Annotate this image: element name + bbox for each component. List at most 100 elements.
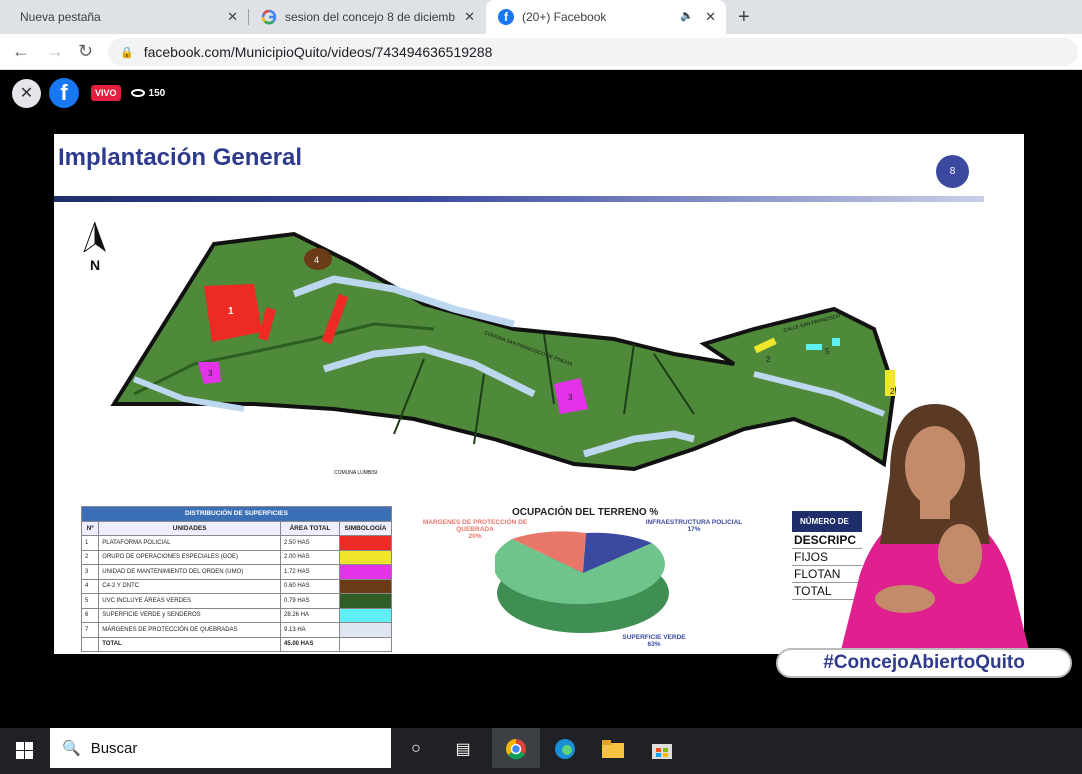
row-unit: SUPERFICIE VERDE y SENDEROS (98, 607, 281, 623)
address-bar: ← → ↻ 🔒 facebook.com/MunicipioQuito/vide… (0, 34, 1082, 70)
search-icon: 🔍 (62, 740, 81, 757)
tab-google-search[interactable]: sesion del concejo 8 de diciembre ✕ (249, 0, 485, 34)
table-row: 1 PLATAFORMA POLICIAL 2.50 HAS (80, 535, 392, 551)
row-unit: GRUPO DE OPERACIONES ESPECIALES (GOE) (98, 549, 281, 565)
site-plan-map: 1 4 3 3 2 5 2 COMUNA SAN FRANCISCO DE PI… (110, 231, 897, 476)
tab-facebook[interactable]: f (20+) Facebook 🔈 ✕ (486, 0, 726, 34)
col-header-area: ÁREA TOTAL (280, 520, 340, 536)
row-number: 4 (80, 578, 100, 594)
title-rule (54, 196, 984, 202)
svg-text:5: 5 (825, 347, 830, 356)
chrome-icon[interactable] (503, 736, 529, 762)
col-header-symbology: SIMBOLOGÍA (339, 520, 392, 536)
edge-icon[interactable] (552, 736, 578, 762)
row-area: 0.79 HAS (280, 593, 340, 609)
reload-icon[interactable]: ↻ (78, 41, 93, 62)
viewer-count-value: 150 (148, 87, 166, 99)
table-total-row: TOTAL 45.00 HAS (80, 636, 392, 652)
row-number: 7 (80, 622, 100, 638)
task-view-icon[interactable]: ▤ (450, 736, 476, 762)
symbology-swatch (339, 535, 392, 551)
close-video-button[interactable]: ✕ (12, 78, 41, 108)
facebook-tab-icon: f (498, 9, 514, 25)
video-player[interactable]: ✕ f VIVO 150 Implantación General 8 N 1 … (0, 71, 1082, 728)
row-area: 2.50 HAS (280, 535, 340, 551)
svg-text:3: 3 (568, 393, 573, 402)
symbology-swatch (339, 607, 392, 623)
tab-close-icon[interactable]: ✕ (705, 9, 716, 25)
tab-close-icon[interactable]: ✕ (227, 9, 238, 25)
total-label: TOTAL (98, 636, 281, 652)
speaker-icon[interactable]: 🔈 (680, 9, 694, 22)
table-row: 2 GRUPO DE OPERACIONES ESPECIALES (GOE) … (80, 549, 392, 565)
tab-new-tab[interactable]: Nueva pestaña ✕ (8, 0, 248, 34)
row-number: 5 (80, 593, 100, 609)
col-header-units: UNIDADES (98, 520, 281, 536)
lock-icon: 🔒 (120, 46, 134, 59)
row-unit: C4-2 Y DNTC (98, 578, 281, 594)
pie-label-green: SUPERFICIE VERDE 63% (594, 634, 714, 648)
row-number: 2 (80, 549, 100, 565)
forward-arrow-icon[interactable]: → (46, 41, 64, 62)
sign-language-interpreter (840, 404, 1030, 654)
table-caption: DISTRIBUCIÓN DE SUPERFICIES (81, 506, 392, 522)
row-number: 1 (80, 535, 100, 551)
table-row: 4 C4-2 Y DNTC 0.60 HAS (80, 578, 392, 594)
row-unit: UVC INCLUYE ÁREAS VERDES (98, 593, 281, 609)
video-top-bar: ✕ f VIVO 150 (12, 78, 165, 108)
tab-close-icon[interactable]: ✕ (464, 9, 475, 25)
search-placeholder: Buscar (90, 739, 138, 757)
windows-taskbar: 🔍 Buscar ○ ▤ (0, 728, 1082, 774)
row-area: 0.60 HAS (280, 578, 340, 594)
svg-text:2: 2 (890, 387, 895, 396)
symbology-swatch (339, 564, 392, 580)
row-unit: PLATAFORMA POLICIAL (98, 535, 281, 551)
url-field[interactable]: 🔒 facebook.com/MunicipioQuito/videos/743… (108, 38, 1078, 66)
symbology-swatch (339, 549, 392, 565)
file-explorer-icon[interactable] (600, 736, 626, 762)
table-row: 6 SUPERFICIE VERDE y SENDEROS 28.26 HA (80, 607, 392, 623)
surface-distribution-table: DISTRIBUCIÓN DE SUPERFICIES Nº UNIDADES … (80, 506, 392, 652)
hashtag-banner: #ConcejoAbiertoQuito (776, 648, 1072, 678)
row-area: 9.13 HA (280, 622, 340, 638)
row-number: 6 (80, 607, 100, 623)
row-unit: UNIDAD DE MANTENIMIENTO DEL ORDEN (UMO) (98, 564, 281, 580)
tab-title: (20+) Facebook (522, 10, 607, 24)
facebook-logo-icon[interactable]: f (49, 78, 79, 108)
pie-label-infra-text: INFRAESTRUCTURA POLICIAL (645, 519, 743, 526)
eye-icon (130, 89, 145, 97)
pie-label-green-pct: 63% (647, 641, 661, 648)
total-value: 45.00 HAS (280, 636, 340, 652)
pie-label-infra-pct: 17% (687, 526, 701, 533)
browser-tab-bar: Nueva pestaña ✕ sesion del concejo 8 de … (0, 0, 1082, 34)
back-arrow-icon[interactable]: ← (12, 41, 30, 62)
live-badge: VIVO (91, 85, 121, 101)
slide-title: Implantación General (58, 144, 303, 171)
pie-chart (495, 531, 669, 633)
svg-text:3: 3 (208, 369, 213, 378)
cortana-icon[interactable]: ○ (403, 736, 429, 762)
url-text: facebook.com/MunicipioQuito/videos/74349… (143, 44, 493, 60)
table-header-row: Nº UNIDADES ÁREA TOTAL SIMBOLOGÍA (80, 520, 392, 536)
table-row: 3 UNIDAD DE MANTENIMIENTO DEL ORDEN (UMO… (80, 564, 392, 580)
windows-start-icon[interactable] (16, 742, 33, 759)
pie-label-margins-pct: 20% (468, 533, 482, 540)
store-icon[interactable] (649, 736, 675, 762)
symbology-swatch (339, 578, 392, 594)
row-area: 2.00 HAS (280, 549, 340, 565)
svg-text:2: 2 (766, 355, 771, 364)
symbology-swatch (339, 593, 392, 609)
svg-text:1: 1 (228, 306, 234, 317)
viewer-count: 150 (130, 87, 166, 99)
symbology-swatch (339, 622, 392, 638)
google-icon (261, 9, 277, 25)
pie-chart-title: OCUPACIÓN DEL TERRENO % (512, 507, 659, 518)
slide-page-number: 8 (936, 155, 969, 188)
row-unit: MÁRGENES DE PROTECCIÓN DE QUEBRADAS (98, 622, 281, 638)
row-number: 3 (80, 564, 100, 580)
row-area: 1.72 HAS (280, 564, 340, 580)
svg-text:COMUNA LUMBISI: COMUNA LUMBISI (334, 470, 377, 476)
pie-label-green-text: SUPERFICIE VERDE (622, 634, 686, 641)
taskbar-search-field[interactable]: 🔍 Buscar (50, 728, 391, 768)
new-tab-button[interactable]: + (738, 6, 750, 29)
